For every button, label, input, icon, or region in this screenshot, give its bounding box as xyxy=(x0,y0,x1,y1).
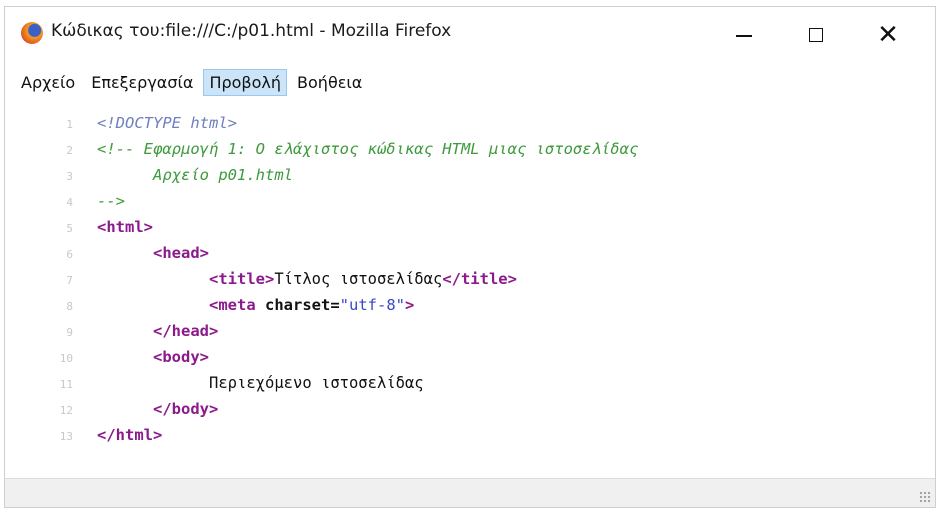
close-button[interactable]: ✕ xyxy=(857,7,919,63)
attr-value-token: "utf-8" xyxy=(339,296,405,314)
line-number: 2 xyxy=(66,144,73,157)
firefox-icon xyxy=(21,22,43,44)
source-line: 9 </head> xyxy=(5,320,935,346)
line-code: Αρχείο p01.html xyxy=(97,166,293,184)
source-line: 5 <html> xyxy=(5,216,935,242)
maximize-button[interactable] xyxy=(785,7,847,63)
status-bar xyxy=(5,478,935,507)
line-code: <!DOCTYPE html> xyxy=(97,114,237,132)
line-number: 5 xyxy=(66,222,73,235)
menu-file[interactable]: Αρχείο xyxy=(15,69,81,96)
menu-help[interactable]: Βοήθεια xyxy=(291,69,368,96)
line-number: 3 xyxy=(66,170,73,183)
line-number: 9 xyxy=(66,326,73,339)
title-bar[interactable]: Κώδικας του:file:///C:/p01.html - Mozill… xyxy=(5,7,935,63)
line-code: </head> xyxy=(97,322,218,340)
source-line: 6 <head> xyxy=(5,242,935,268)
line-number: 1 xyxy=(66,118,73,131)
comment-token: Αρχείο p01.html xyxy=(153,166,293,184)
line-number: 10 xyxy=(59,352,73,365)
line-number: 13 xyxy=(59,430,73,443)
source-line: 10 <body> xyxy=(5,346,935,372)
source-line: 7 <title>Τίτλος ιστοσελίδας</title> xyxy=(5,268,935,294)
line-code: <html> xyxy=(97,218,153,236)
line-number: 11 xyxy=(59,378,73,391)
line-number: 7 xyxy=(66,274,73,287)
text-token: Περιεχόμενο ιστοσελίδας xyxy=(209,374,424,392)
tag-token: </body> xyxy=(153,400,219,418)
attr-token: charset= xyxy=(265,296,340,314)
line-number: 12 xyxy=(59,404,73,417)
minimize-icon xyxy=(736,35,752,37)
source-line: 13 </html> xyxy=(5,424,935,450)
tag-token: </head> xyxy=(153,322,219,340)
firefox-view-source-window: Κώδικας του:file:///C:/p01.html - Mozill… xyxy=(4,6,936,508)
tag-token: </html> xyxy=(97,426,163,444)
source-line: 4 --> xyxy=(5,190,935,216)
line-code: </body> xyxy=(97,400,218,418)
menu-edit[interactable]: Επεξεργασία xyxy=(85,69,199,96)
line-code: </html> xyxy=(97,426,162,444)
source-line: 12 </body> xyxy=(5,398,935,424)
close-icon: ✕ xyxy=(877,20,899,50)
line-code: --> xyxy=(97,192,125,210)
source-line: 8 <meta charset="utf-8"> xyxy=(5,294,935,320)
line-number: 6 xyxy=(66,248,73,261)
window-title: Κώδικας του:file:///C:/p01.html - Mozill… xyxy=(51,21,452,41)
tag-token: > xyxy=(405,296,415,314)
source-line: 11 Περιεχόμενο ιστοσελίδας xyxy=(5,372,935,398)
line-code: <body> xyxy=(97,348,209,366)
source-view[interactable]: 1 <!DOCTYPE html> 2 <!-- Εφαρμογή 1: Ο ε… xyxy=(5,108,935,478)
tag-token: <meta xyxy=(209,296,256,314)
tag-token: <title> xyxy=(209,270,275,288)
comment-token: <!-- Εφαρμογή 1: Ο ελάχιστος κώδικας HTM… xyxy=(97,140,639,158)
source-line: 1 <!DOCTYPE html> xyxy=(5,112,935,138)
line-code: <meta charset="utf-8"> xyxy=(97,296,414,314)
source-line: 3 Αρχείο p01.html xyxy=(5,164,935,190)
comment-token: --> xyxy=(97,192,125,210)
minimize-button[interactable] xyxy=(713,7,775,63)
resize-grip-icon[interactable] xyxy=(919,491,931,503)
tag-token: <head> xyxy=(153,244,209,262)
menu-view[interactable]: Προβολή xyxy=(203,68,288,96)
line-code: Περιεχόμενο ιστοσελίδας xyxy=(97,374,424,392)
tag-token: <body> xyxy=(153,348,209,366)
tag-token: <html> xyxy=(97,218,153,236)
line-code: <head> xyxy=(97,244,209,262)
doctype-token: <!DOCTYPE html> xyxy=(97,114,237,132)
line-code: <!-- Εφαρμογή 1: Ο ελάχιστος κώδικας HTM… xyxy=(97,140,638,158)
menu-bar: Αρχείο Επεξεργασία Προβολή Βοήθεια xyxy=(5,65,935,99)
source-line: 2 <!-- Εφαρμογή 1: Ο ελάχιστος κώδικας H… xyxy=(5,138,935,164)
maximize-icon xyxy=(809,28,823,42)
line-number: 8 xyxy=(66,300,73,313)
line-number: 4 xyxy=(66,196,73,209)
text-token: Τίτλος ιστοσελίδας xyxy=(274,270,443,288)
line-code: <title>Τίτλος ιστοσελίδας</title> xyxy=(97,270,517,288)
tag-token: </title> xyxy=(442,270,517,288)
